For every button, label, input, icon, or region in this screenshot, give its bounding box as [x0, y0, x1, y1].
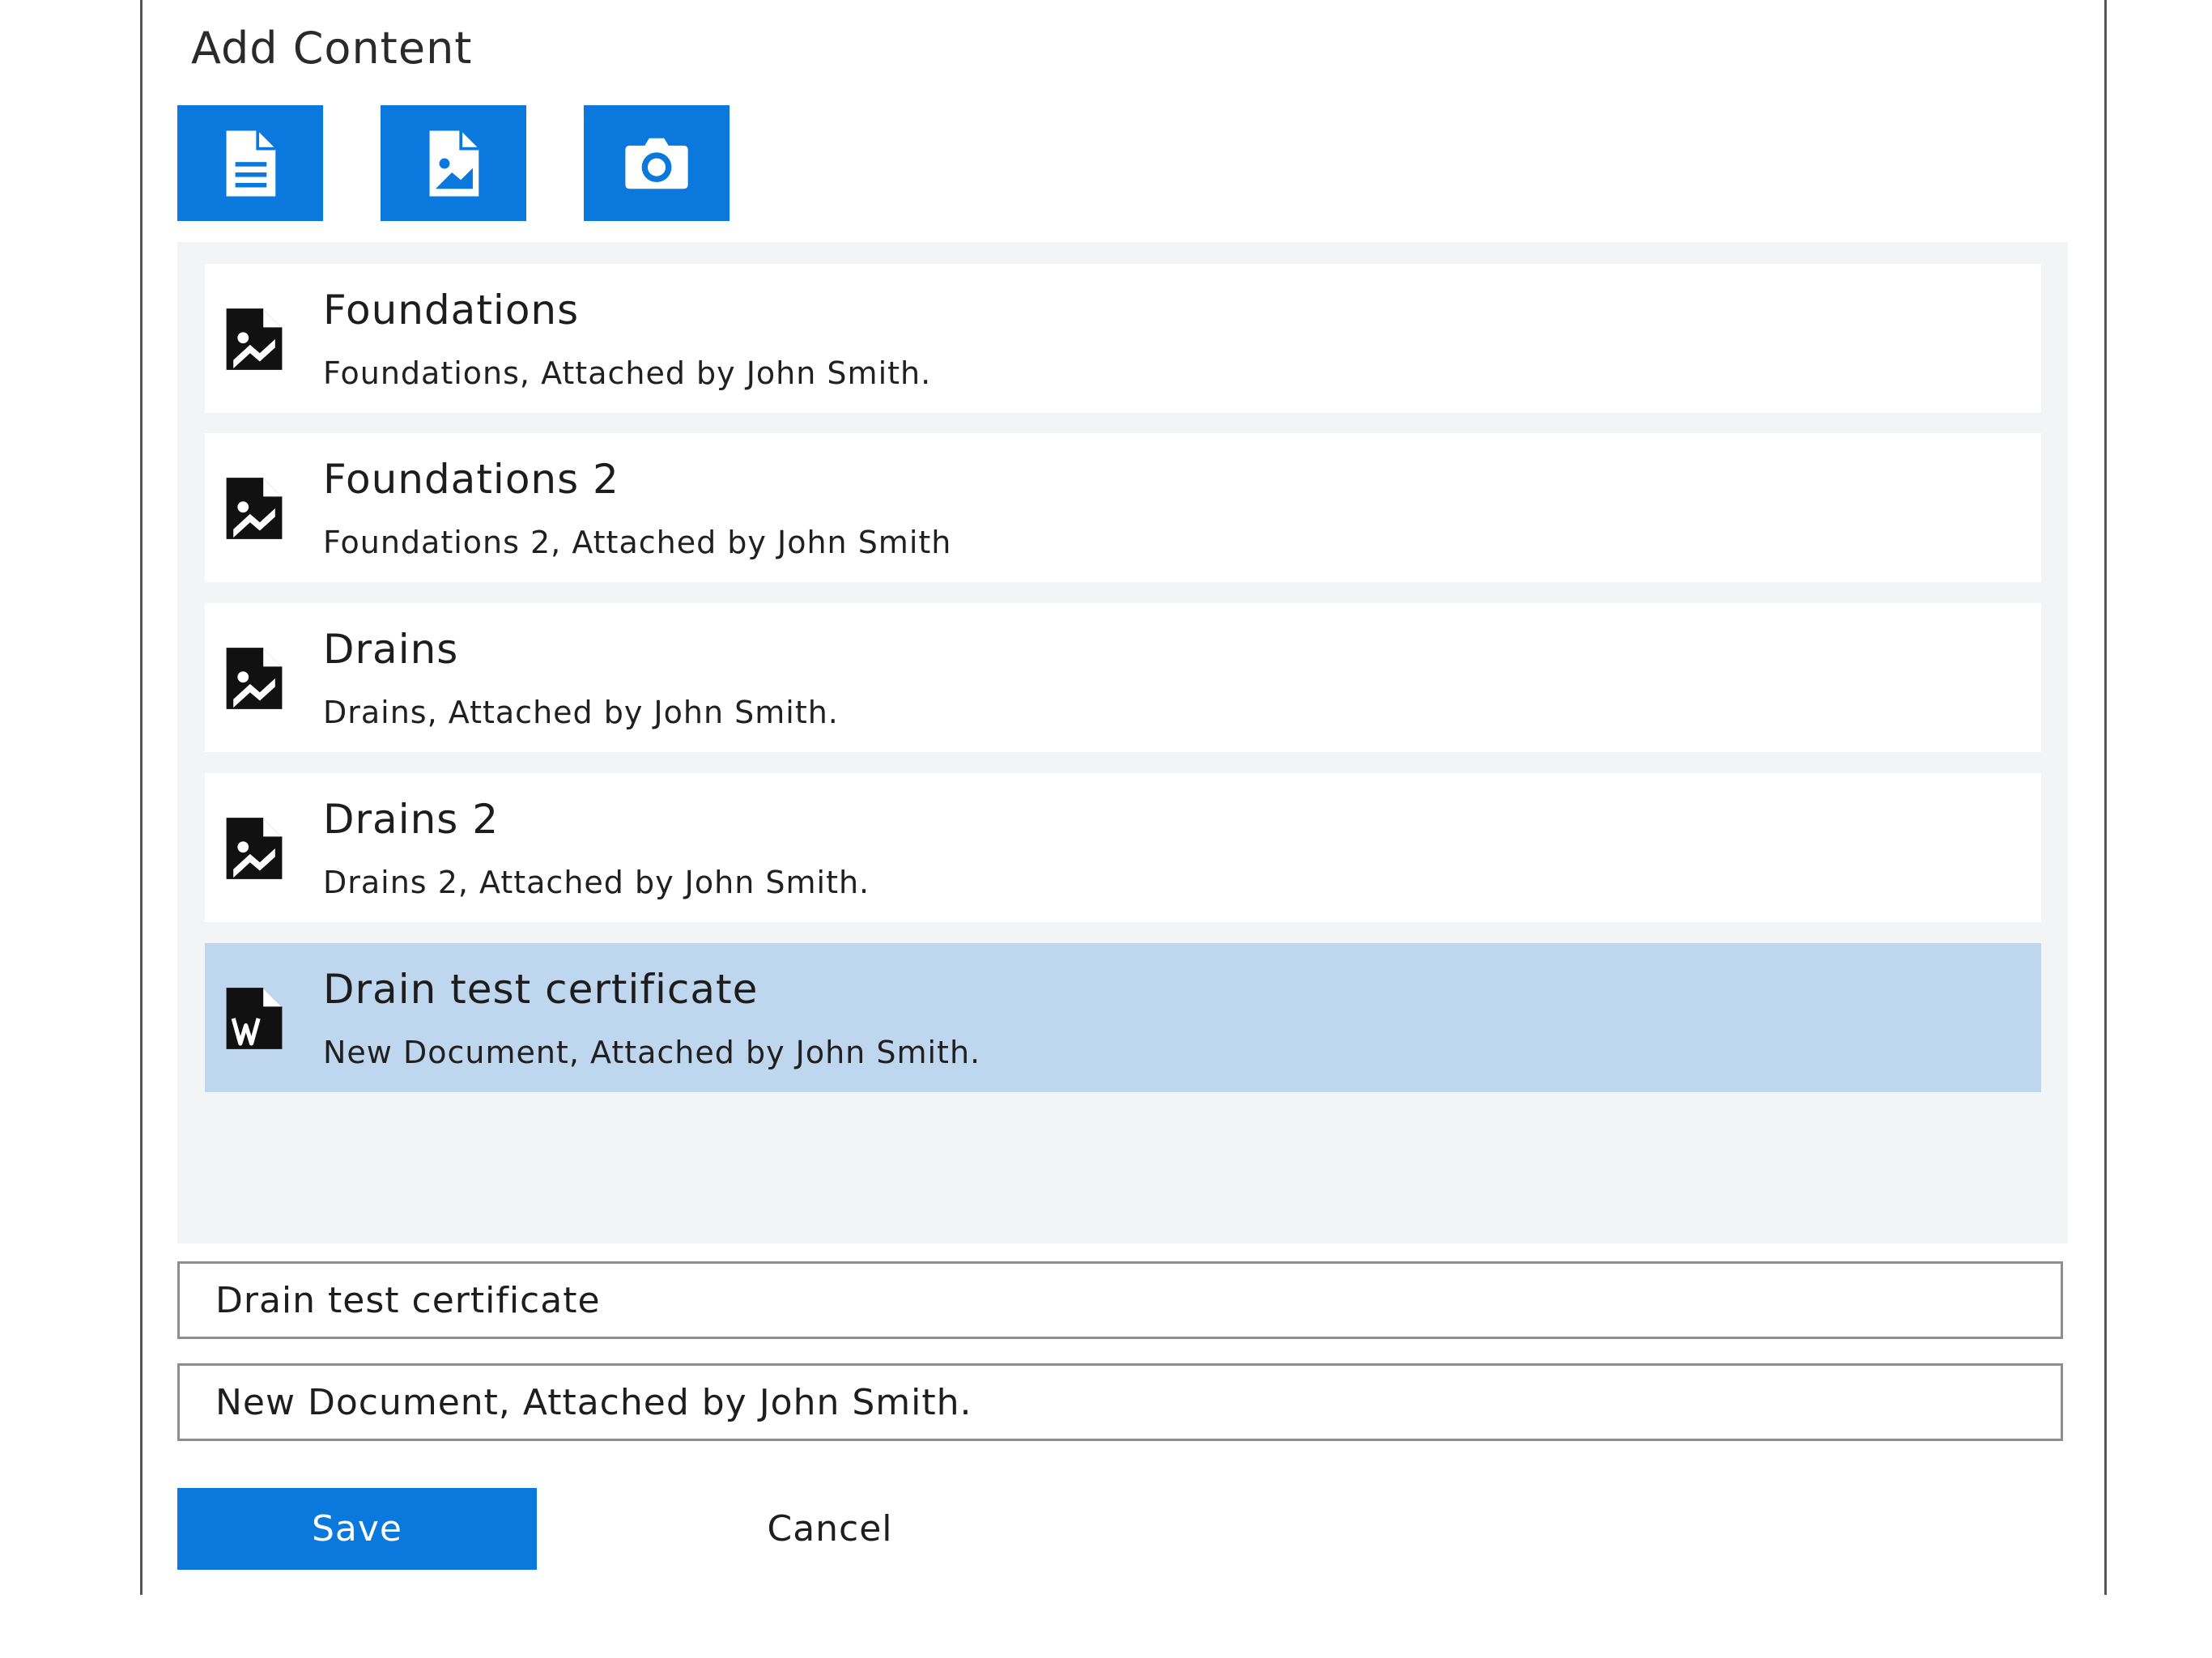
- description-input[interactable]: [177, 1363, 2063, 1441]
- list-item[interactable]: Drains 2 Drains 2, Attached by John Smith…: [205, 773, 2041, 922]
- list-item[interactable]: Foundations 2 Foundations 2, Attached by …: [205, 433, 2041, 582]
- word-document-icon: [219, 984, 289, 1053]
- list-item[interactable]: Drains Drains, Attached by John Smith.: [205, 603, 2041, 752]
- document-icon: [226, 130, 276, 196]
- window-right-border: [2104, 0, 2107, 1595]
- image-file-icon: [219, 644, 289, 713]
- save-button[interactable]: Save: [177, 1488, 537, 1570]
- image-file-icon: [219, 814, 289, 883]
- cancel-button[interactable]: Cancel: [713, 1488, 947, 1570]
- image-file-icon: [219, 304, 289, 374]
- take-photo-button[interactable]: [584, 105, 730, 221]
- list-item-title: Foundations: [323, 287, 580, 334]
- panel-title: Add Content: [191, 23, 473, 74]
- list-item[interactable]: Foundations Foundations, Attached by John…: [205, 264, 2041, 413]
- list-item-subtitle: Foundations 2, Attached by John Smith: [323, 525, 952, 560]
- add-image-button[interactable]: [381, 105, 526, 221]
- list-item-subtitle: New Document, Attached by John Smith.: [323, 1035, 981, 1070]
- list-item-title: Drains 2: [323, 796, 500, 843]
- list-item-subtitle: Drains, Attached by John Smith.: [323, 695, 839, 730]
- list-item[interactable]: Drain test certificate New Document, Atta…: [205, 943, 2041, 1092]
- list-item-subtitle: Foundations, Attached by John Smith.: [323, 355, 932, 391]
- camera-icon: [625, 138, 688, 189]
- title-input[interactable]: [177, 1261, 2063, 1339]
- image-icon: [429, 130, 479, 196]
- list-item-subtitle: Drains 2, Attached by John Smith.: [323, 865, 870, 900]
- list-item-title: Foundations 2: [323, 456, 619, 503]
- add-document-button[interactable]: [177, 105, 323, 221]
- window-left-border: [140, 0, 143, 1595]
- image-file-icon: [219, 474, 289, 543]
- list-item-title: Drain test certificate: [323, 966, 759, 1013]
- list-item-title: Drains: [323, 626, 459, 673]
- attachment-list[interactable]: Foundations Foundations, Attached by John…: [177, 242, 2068, 1244]
